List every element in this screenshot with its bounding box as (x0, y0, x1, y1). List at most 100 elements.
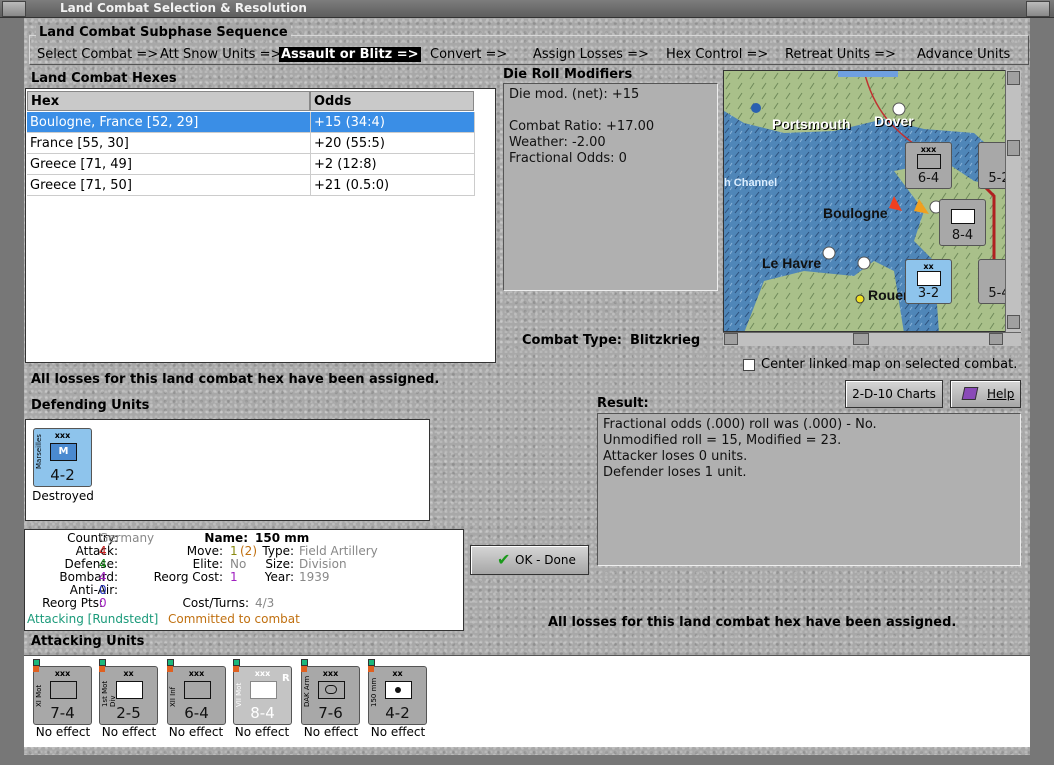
artillery-symbol-icon (917, 271, 941, 286)
window-title: Land Combat Selection & Resolution (60, 1, 307, 15)
bombard-value: 4 (99, 570, 107, 584)
attacking-unit[interactable]: xxx XI Mot 7-4 (33, 659, 92, 725)
hexes-label: Land Combat Hexes (31, 71, 177, 86)
defending-units-box: xxx Marseilles M 4-2 Destroyed (25, 419, 430, 521)
charts-button[interactable]: 2-D-10 Charts (845, 380, 943, 408)
result-line-2: Unmodified roll = 15, Modified = 23. (603, 433, 842, 448)
status-marker-icon (99, 659, 106, 666)
seq-step-assault-or-blitz: Assault or Blitz => (279, 47, 421, 62)
title-bar[interactable]: Land Combat Selection & Resolution (0, 0, 1054, 18)
seq-step-assign-losses: Assign Losses => (533, 47, 649, 62)
antiair-key: Anti-Air: (69, 583, 118, 597)
infantry-symbol-icon (917, 154, 941, 169)
status-committed: Committed to combat (168, 612, 300, 626)
ok-done-button[interactable]: ✔ OK - Done (470, 545, 589, 575)
bombard-key: Bombard: (59, 570, 118, 584)
map-label-channel: h Channel (724, 177, 778, 189)
attacking-unit[interactable]: xx 1st Mot Div 2-5 (99, 659, 158, 725)
attacking-unit[interactable]: xx 150 mm 4-2 (368, 659, 427, 725)
scroll-right-icon[interactable] (989, 333, 1003, 345)
year-key: Year: (264, 570, 294, 584)
reorg-pts-key: Reorg Pts: (42, 596, 103, 610)
infantry-symbol-icon (184, 681, 211, 699)
result-line-1: Fractional odds (.000) roll was (.000) -… (603, 417, 877, 432)
attacking-label: Attacking Units (31, 634, 145, 649)
losses-message-top: All losses for this land combat hex have… (31, 372, 440, 387)
motorized-infantry-symbol-icon (116, 681, 143, 699)
attack-key: Attack: (75, 544, 118, 558)
size-key: Size: (265, 557, 294, 571)
weather-line: Weather: -2.00 (509, 135, 606, 150)
map-vertical-scrollbar[interactable] (1005, 70, 1021, 332)
country-value: Germany (99, 531, 155, 545)
defending-unit-caption: Destroyed (32, 489, 94, 503)
name-value: 150 mm (255, 531, 310, 545)
combat-type-value: Blitzkrieg (630, 333, 701, 348)
scroll-left-icon[interactable] (724, 333, 738, 345)
hex-cell: Boulogne, France [52, 29] (30, 115, 199, 130)
move-value: 1 (230, 544, 238, 558)
fractional-odds-line: Fractional Odds: 0 (509, 151, 627, 166)
close-window-button[interactable] (1026, 1, 1050, 17)
attacking-unit[interactable]: xxx XII Inf 6-4 (167, 659, 226, 725)
die-roll-label: Die Roll Modifiers (503, 67, 633, 82)
cost-turns-key: Cost/Turns: (182, 596, 249, 610)
cost-turns-value: 4/3 (255, 596, 275, 610)
defense-key: Defense: (64, 557, 118, 571)
help-button[interactable]: Help (950, 380, 1021, 408)
defending-unit[interactable]: xxx Marseilles M 4-2 (33, 428, 92, 487)
artillery-dot-icon (395, 687, 401, 693)
map-label-boulogne: Boulogne (823, 205, 888, 221)
status-marker-icon (33, 659, 40, 666)
size-value: Division (299, 557, 347, 571)
mountain-symbol-icon: M (50, 443, 77, 461)
year-value: 1939 (299, 570, 330, 584)
col-header-hex[interactable]: Hex (27, 91, 310, 111)
motorized-infantry-symbol-icon (250, 681, 277, 699)
reorg-pts-value: 0 (99, 596, 107, 610)
scroll-thumb[interactable] (1007, 140, 1020, 156)
odds-cell: +2 (12:8) (314, 157, 377, 172)
seq-step-select-combat: Select Combat => (37, 47, 159, 62)
map-counter[interactable]: xxx 6-4 (905, 142, 952, 189)
hex-cell: France [55, 30] (30, 136, 129, 151)
center-linked-checkbox[interactable] (743, 359, 755, 371)
losses-message-bottom: All losses for this land combat hex have… (548, 615, 957, 630)
move-key: Move: (186, 544, 223, 558)
motorized-symbol-icon (951, 209, 975, 224)
hex-table: Hex Odds Boulogne, France [52, 29] +15 (… (25, 88, 496, 363)
attack-value: 4 (99, 544, 107, 558)
attacking-unit[interactable]: xxx DAK Arm 7-6 (301, 659, 360, 725)
scroll-thumb[interactable] (853, 333, 869, 345)
seq-step-advance-units: Advance Units (917, 47, 1011, 62)
artillery-symbol-icon (385, 681, 412, 699)
type-value: Field Artillery (299, 544, 378, 558)
seq-step-hex-control: Hex Control => (666, 47, 769, 62)
table-row[interactable]: Greece [71, 50] +21 (0.5:0) (27, 175, 474, 196)
map-counter[interactable]: xx 3-2 (905, 259, 952, 304)
status-marker-icon (301, 659, 308, 666)
map-horizontal-scrollbar[interactable] (723, 332, 1021, 346)
center-linked-label: Center linked map on selected combat. (761, 357, 1018, 372)
table-row[interactable]: Boulogne, France [52, 29] +15 (34:4) (27, 112, 474, 133)
combat-ratio-line: Combat Ratio: +17.00 (509, 119, 655, 134)
armor-oval-icon (325, 685, 337, 694)
status-marker-icon (368, 659, 375, 666)
antiair-value: 0 (99, 583, 107, 597)
odds-cell: +20 (55:5) (314, 136, 385, 151)
defending-label: Defending Units (31, 398, 150, 413)
scroll-down-icon[interactable] (1007, 315, 1020, 329)
elite-value: No (230, 557, 247, 571)
die-mod-line: Die mod. (net): +15 (509, 87, 640, 102)
table-row[interactable]: France [55, 30] +20 (55:5) (27, 133, 474, 154)
linked-map[interactable]: Portsmouth Dover h Channel Boulogne Le H… (723, 70, 1021, 332)
help-label: Help (987, 387, 1015, 401)
unit-info-box: Country: Germany Attack: 4 Defense: 4 Bo… (24, 529, 464, 631)
table-row[interactable]: Greece [71, 49] +2 (12:8) (27, 154, 474, 175)
attacking-unit[interactable]: xxx VII Mot R 8-4 (233, 659, 292, 725)
map-counter[interactable]: 8-4 (939, 199, 986, 246)
scroll-up-icon[interactable] (1007, 71, 1020, 85)
system-menu-button[interactable] (2, 1, 26, 17)
hex-cell: Greece [71, 49] (30, 157, 132, 172)
col-header-odds[interactable]: Odds (310, 91, 474, 111)
